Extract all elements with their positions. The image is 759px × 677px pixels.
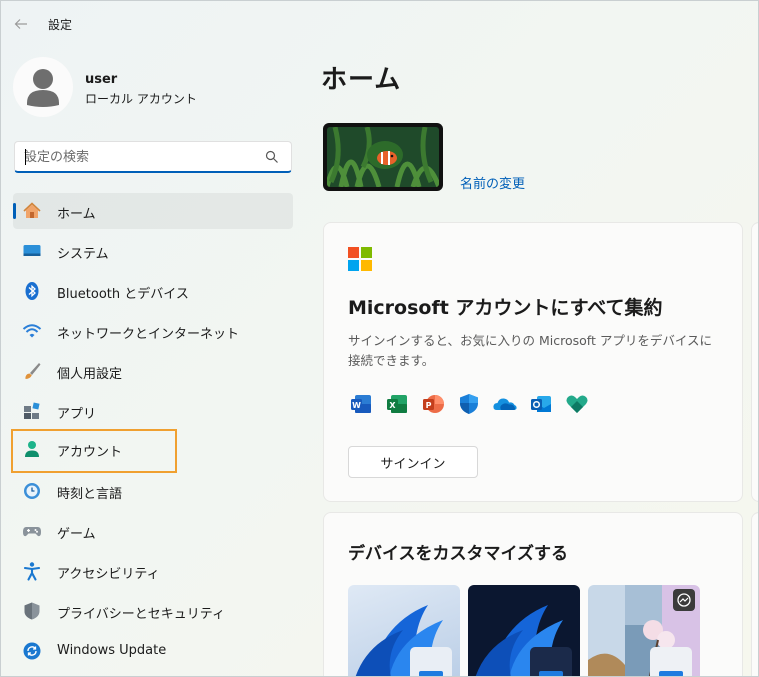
search-input[interactable] [24, 147, 254, 167]
sidebar-item-label: 時刻と言語 [57, 487, 123, 502]
excel-icon: X [384, 391, 410, 417]
back-button[interactable] [9, 12, 33, 36]
page-title: ホーム [321, 65, 402, 95]
gamepad-icon [22, 521, 42, 541]
sidebar-item-label: 個人用設定 [57, 367, 123, 382]
sidebar-item-privacy-security[interactable]: プライバシーとセキュリティ [13, 593, 293, 629]
accessibility-icon [22, 561, 42, 581]
defender-icon [456, 391, 482, 417]
user-name: user [85, 72, 118, 87]
sign-in-button[interactable]: サインイン [348, 446, 478, 478]
spotlight-icon [673, 589, 695, 611]
card-title: Microsoft アカウントにすべて集約 [348, 297, 663, 319]
sidebar-item-label: ゲーム [57, 527, 96, 542]
onedrive-icon [492, 391, 518, 417]
system-icon [22, 241, 42, 261]
card-description: サインインすると、お気に入りの Microsoft アプリをデバイスに接続できま… [348, 333, 712, 368]
user-avatar-icon [27, 69, 59, 107]
sidebar-item-bluetooth[interactable]: Bluetooth とデバイス [13, 273, 293, 309]
word-icon: W [348, 391, 374, 417]
account-type: ローカル アカウント [85, 92, 197, 106]
account-icon [22, 439, 42, 459]
sidebar-item-windows-update[interactable]: Windows Update [13, 633, 293, 669]
theme-gallery [348, 585, 700, 676]
rename-pc-link[interactable]: 名前の変更 [460, 173, 525, 192]
settings-search-box[interactable] [14, 141, 292, 173]
sidebar-item-time-language[interactable]: 時刻と言語 [13, 473, 293, 509]
adjacent-card-edge [751, 512, 758, 676]
text-caret [25, 149, 26, 165]
brush-icon [22, 361, 42, 381]
apps-icon [22, 401, 42, 421]
app-icon-row: W X P [348, 391, 590, 417]
theme-preview-window [410, 647, 452, 676]
active-indicator [13, 203, 16, 219]
theme-preview-window [650, 647, 692, 676]
svg-text:X: X [389, 401, 396, 410]
sidebar-item-label: Windows Update [57, 643, 167, 658]
back-arrow-icon [14, 19, 27, 29]
wifi-icon [22, 321, 42, 341]
theme-thumbnail-light[interactable] [348, 585, 460, 676]
sidebar-item-accessibility[interactable]: アクセシビリティ [13, 553, 293, 589]
microsoft-logo-icon [348, 247, 372, 271]
update-icon [22, 641, 42, 661]
sidebar-item-gaming[interactable]: ゲーム [13, 513, 293, 549]
device-thumbnail [323, 123, 443, 191]
sidebar-item-label: ホーム [57, 207, 96, 222]
sidebar-item-home[interactable]: ホーム [13, 193, 293, 229]
sidebar-item-apps[interactable]: アプリ [13, 393, 293, 429]
svg-text:P: P [426, 401, 432, 410]
sidebar-item-label: システム [57, 247, 109, 262]
sidebar-item-system[interactable]: システム [13, 233, 293, 269]
sidebar-nav: ホーム システム Bluetooth とデバイス ネットワークとインターネット … [11, 193, 293, 673]
sidebar-item-label: アプリ [57, 407, 97, 422]
svg-text:W: W [352, 401, 361, 410]
home-icon [22, 201, 42, 221]
user-profile[interactable]: user ローカル アカウント [13, 57, 293, 117]
clock-globe-icon [22, 481, 42, 501]
powerpoint-icon: P [420, 391, 446, 417]
theme-thumbnail-spotlight[interactable] [588, 585, 700, 676]
sidebar-item-network[interactable]: ネットワークとインターネット [13, 313, 293, 349]
outlook-icon [528, 391, 554, 417]
sidebar-item-personalization[interactable]: 個人用設定 [13, 353, 293, 389]
wallpaper-preview [327, 127, 439, 187]
shield-icon [22, 601, 42, 621]
theme-preview-window [530, 647, 572, 676]
sidebar-item-label: ネットワークとインターネット [57, 327, 240, 342]
title-bar: 設定 [1, 1, 758, 45]
sidebar-item-label: Bluetooth とデバイス [57, 287, 189, 302]
app-title: 設定 [48, 18, 73, 32]
sidebar-item-label: プライバシーとセキュリティ [57, 607, 225, 622]
card-title: デバイスをカスタマイズする [348, 544, 568, 564]
search-icon[interactable] [265, 150, 279, 164]
adjacent-card-edge [751, 222, 758, 502]
settings-window: 設定 user ローカル アカウント ホーム シス [0, 0, 759, 677]
customize-device-card: デバイスをカスタマイズする [323, 512, 743, 676]
microsoft-account-card: Microsoft アカウントにすべて集約 サインインすると、お気に入りの Mi… [323, 222, 743, 502]
sidebar-item-accounts[interactable]: アカウント [11, 429, 177, 473]
avatar [13, 57, 73, 117]
family-icon [564, 391, 590, 417]
bluetooth-icon [22, 281, 42, 301]
sidebar-item-label: アクセシビリティ [57, 567, 160, 582]
sidebar-item-label: アカウント [57, 445, 123, 460]
theme-thumbnail-dark[interactable] [468, 585, 580, 676]
